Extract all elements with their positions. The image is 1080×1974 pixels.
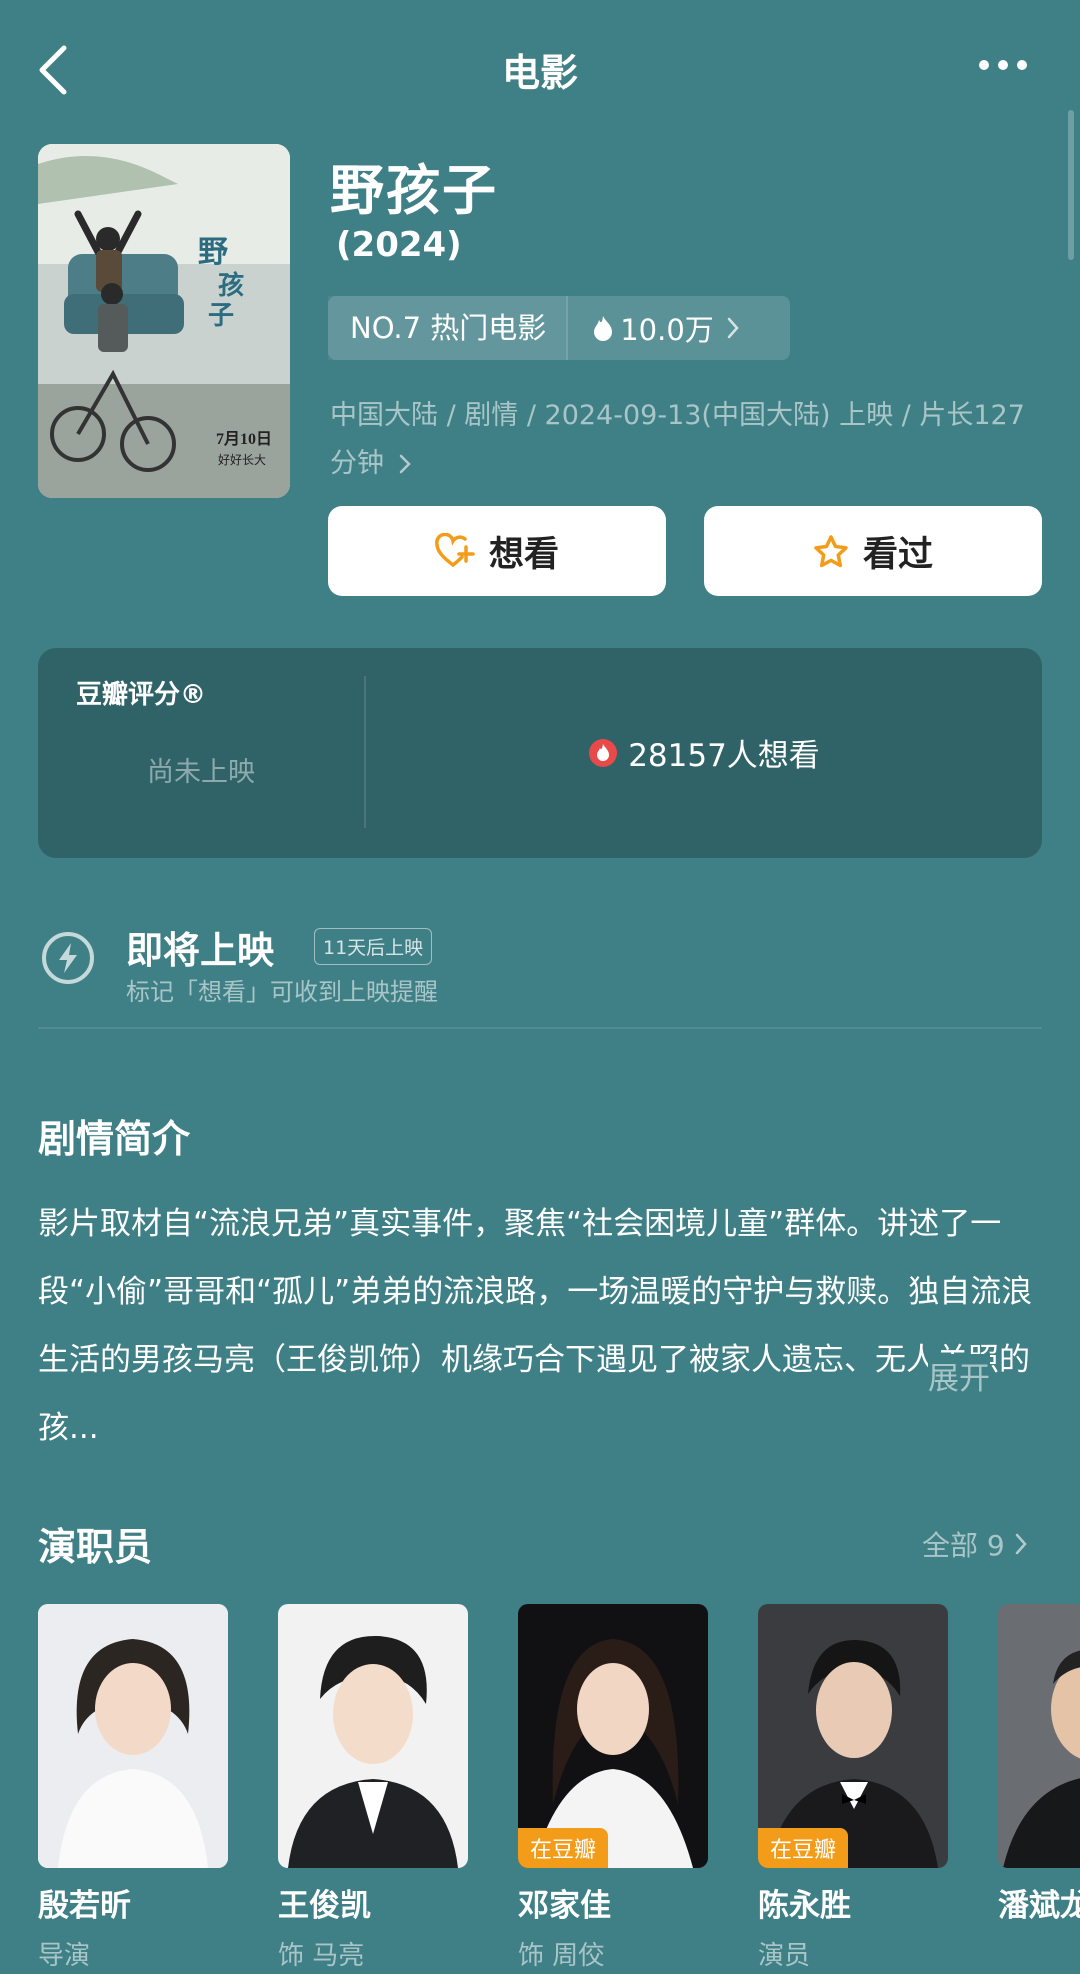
avatar [998,1604,1080,1868]
want-count[interactable]: 28157人想看 [366,730,1042,775]
cast-card[interactable]: 在豆瓣 陈永胜 演员 [758,1604,948,1972]
poster-title-art: 野 [198,236,228,269]
days-badge: 11天后上映 [314,928,433,965]
poster-date: 7月10日 [216,430,272,448]
cast-role: 饰 周佼 [518,1941,605,1971]
movie-title: 野孩子 [330,159,498,222]
cast-role: 演员 [758,1941,811,1971]
movie-poster[interactable]: 野 孩 子 7月10日 好好长大 [38,144,290,498]
cast-role: 导演 [38,1941,91,1971]
upcoming-icon [42,932,94,984]
flame-icon [594,316,613,341]
cast-card[interactable]: 殷若昕 导演 [38,1604,228,1972]
synopsis-text: 影片取材自“流浪兄弟”真实事件，聚焦“社会困境儿童”群体。讲述了一段“小偷”哥哥… [38,1206,1033,1446]
cast-heading: 演职员 [38,1525,153,1569]
cast-name: 邓家佳 [518,1888,611,1924]
heart-plus-icon [435,533,475,567]
page-title: 电影 [501,51,578,95]
want-label: 想看 [488,534,559,575]
chevron-right-icon [1015,1533,1027,1555]
cast-name: 殷若昕 [38,1888,131,1924]
chevron-right-icon [727,317,739,339]
svg-text:孩: 孩 [218,270,244,300]
rank-chip[interactable]: NO.7 热门电影 10.0万 [328,296,790,360]
rating-label: 豆瓣评分® [76,680,207,710]
movie-meta[interactable]: 中国大陆 / 剧情 / 2024-09-13(中国大陆) 上映 / 片长127分… [330,392,1050,488]
cast-card[interactable]: 潘斌龙 [998,1604,1080,1925]
cast-card[interactable]: 在豆瓣 邓家佳 饰 周佼 [518,1604,708,1972]
cast-badge: 在豆瓣 [518,1828,609,1868]
want-to-watch-button[interactable]: 想看 [328,506,666,596]
rank-label: NO.7 热门电影 [328,296,569,360]
more-icon[interactable] [976,55,1030,75]
avatar: 在豆瓣 [518,1604,708,1868]
synopsis-heading: 剧情简介 [38,1117,191,1161]
seen-label: 看过 [862,534,933,575]
cast-role: 饰 马亮 [278,1941,365,1971]
cast-name: 陈永胜 [758,1888,851,1924]
watched-button[interactable]: 看过 [704,506,1042,596]
fire-icon [589,738,618,767]
poster-slogan: 好好长大 [218,453,266,467]
upcoming-title: 即将上映 [126,929,274,972]
cast-all-link[interactable]: 全部 9 [922,1524,1027,1564]
upcoming-subtitle: 标记「想看」可收到上映提醒 [126,978,438,1006]
star-icon [814,535,848,568]
avatar [278,1604,468,1868]
avatar: 在豆瓣 [758,1604,948,1868]
scrollbar[interactable] [1068,110,1074,260]
cast-name: 王俊凯 [278,1888,371,1924]
expand-link[interactable]: 展开 [928,1354,990,1404]
chevron-right-icon [399,454,411,474]
cast-name: 潘斌龙 [998,1888,1080,1924]
cast-badge: 在豆瓣 [758,1828,849,1868]
cast-card[interactable]: 王俊凯 饰 马亮 [278,1604,468,1972]
movie-year: (2024) [336,225,462,265]
rating-status: 尚未上映 [147,757,255,788]
divider [38,1027,1042,1029]
heat-value: 10.0万 [568,307,714,349]
avatar [38,1604,228,1868]
svg-text:子: 子 [208,301,234,330]
